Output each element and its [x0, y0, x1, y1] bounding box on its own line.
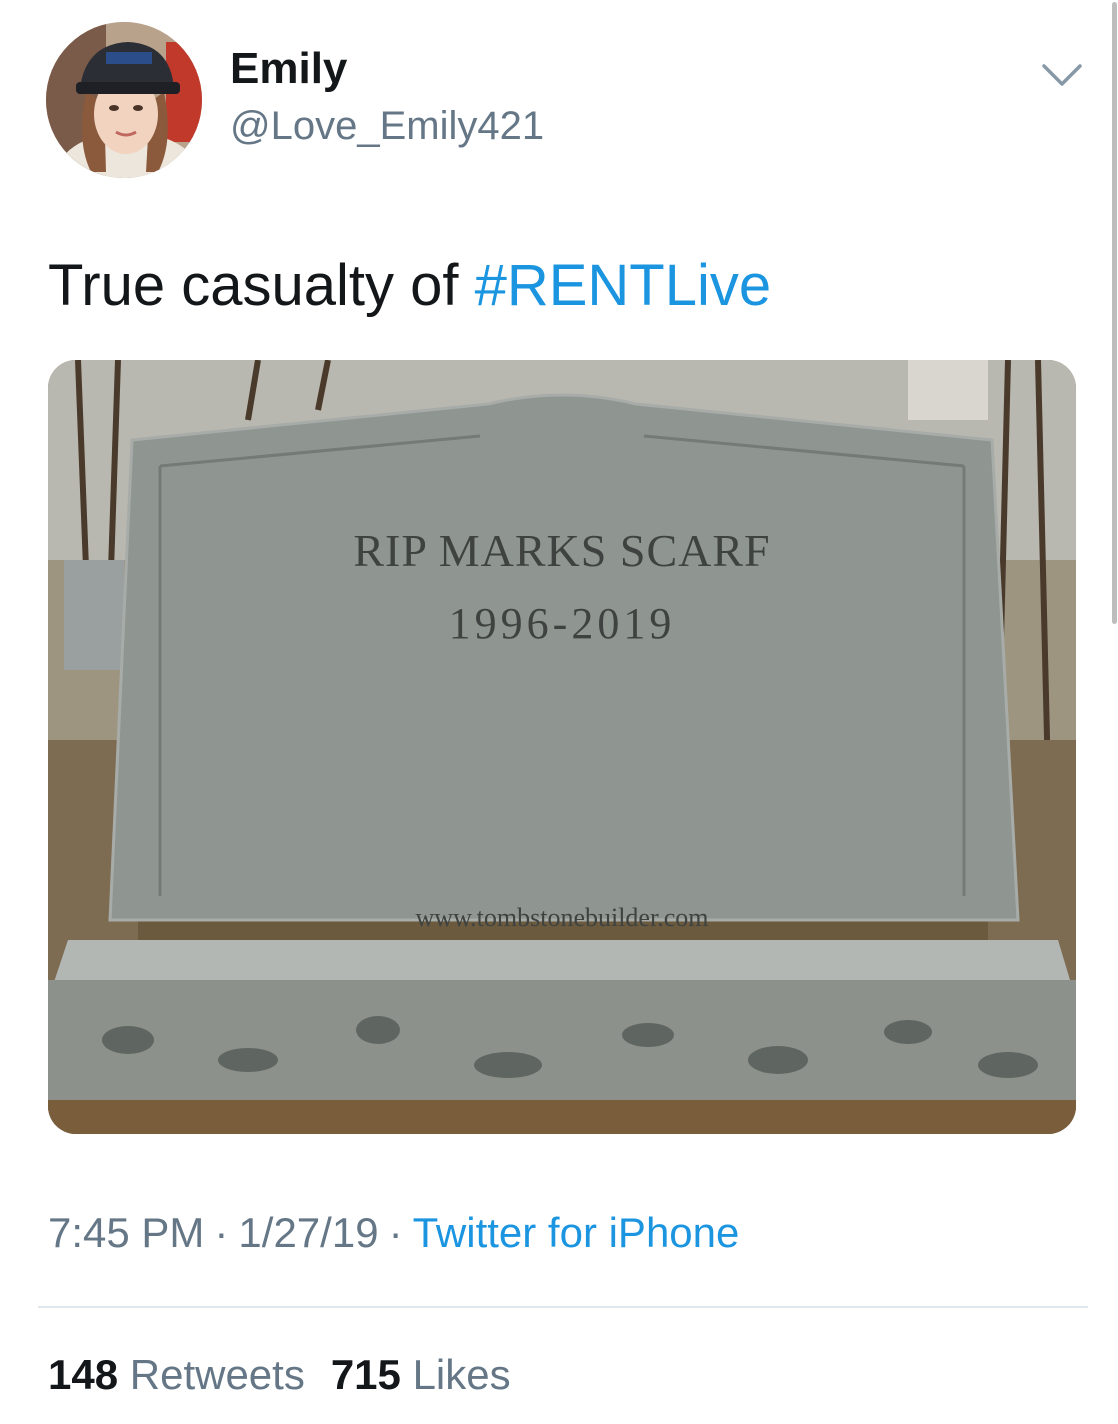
- scrollbar[interactable]: [1112, 2, 1117, 624]
- tweet-text-body: True casualty of: [48, 253, 475, 318]
- chevron-down-icon[interactable]: [1040, 60, 1084, 90]
- likes-label: Likes: [412, 1351, 511, 1398]
- likes-stat[interactable]: 715 Likes: [331, 1351, 511, 1398]
- tweet-stats: 148 Retweets 715 Likes: [48, 1348, 511, 1402]
- tweet-source-link[interactable]: Twitter for iPhone: [413, 1209, 740, 1256]
- divider: [38, 1306, 1088, 1308]
- retweets-stat[interactable]: 148 Retweets: [48, 1351, 305, 1398]
- image-watermark: www.tombstonebuilder.com: [416, 903, 709, 932]
- headstone-line-1: RIP MARKS SCARF: [353, 525, 770, 576]
- tweet-date[interactable]: 1/27/19: [238, 1209, 378, 1256]
- tweet-meta: 7:45 PM · 1/27/19 · Twitter for iPhone: [48, 1206, 739, 1260]
- meta-separator-2: ·: [388, 1209, 403, 1256]
- likes-count: 715: [330, 1351, 401, 1398]
- retweets-label: Retweets: [129, 1351, 305, 1398]
- display-name[interactable]: Emily: [230, 44, 347, 94]
- headstone-line-2: 1996-2019: [449, 599, 676, 648]
- hashtag-link[interactable]: #RENTLive: [475, 253, 772, 318]
- tweet-text: True casualty of #RENTLive: [48, 250, 771, 322]
- tweet-time[interactable]: 7:45 PM: [48, 1209, 204, 1256]
- meta-separator: ·: [214, 1209, 229, 1256]
- tweet-media-image[interactable]: RIP MARKS SCARF 1996-2019 www.tombstoneb…: [48, 360, 1076, 1134]
- retweets-count: 148: [48, 1351, 119, 1398]
- user-handle[interactable]: @Love_Emily421: [230, 102, 544, 150]
- avatar[interactable]: [46, 22, 202, 178]
